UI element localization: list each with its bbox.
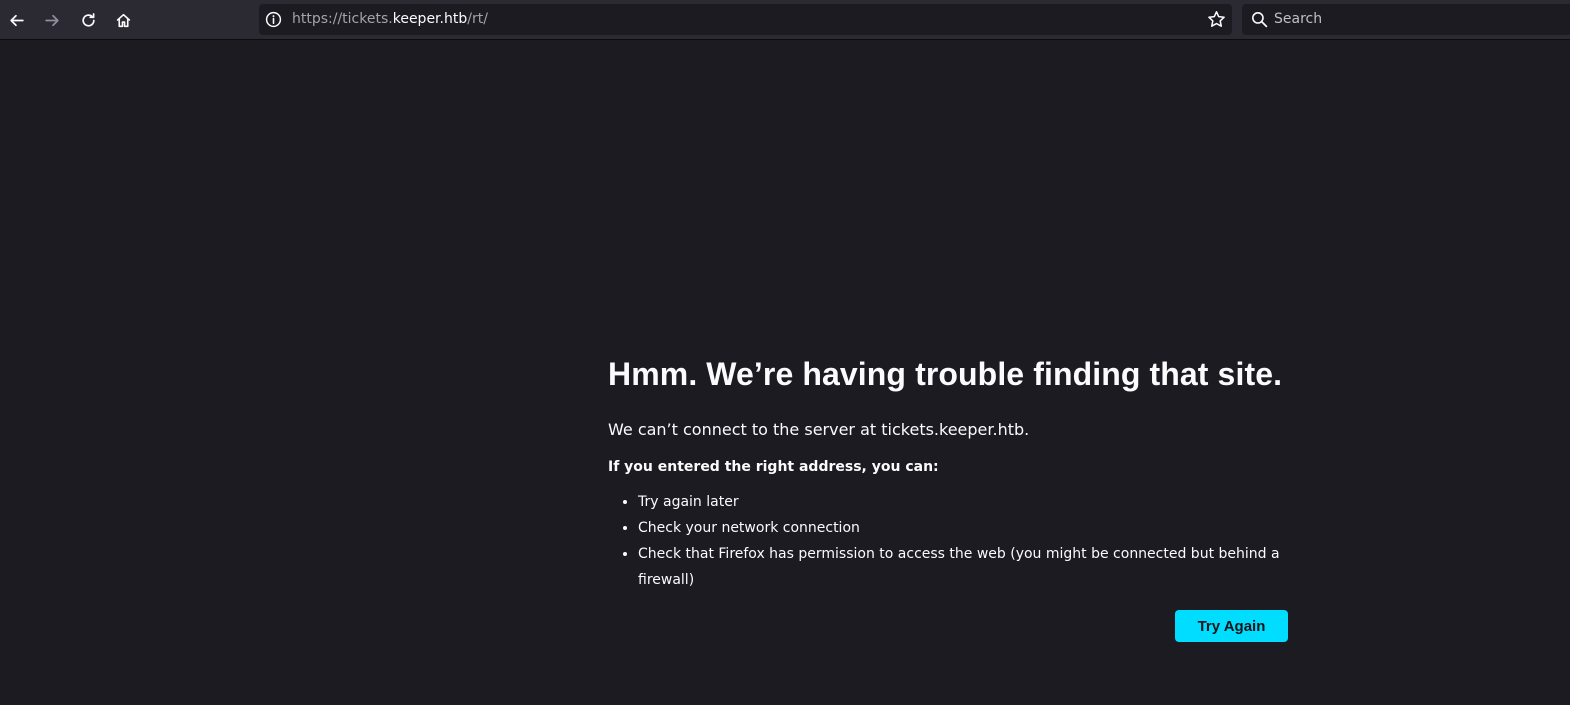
home-icon [116, 13, 130, 27]
url-scheme: https://tickets. [292, 11, 393, 27]
error-content: Hmm. We’re having trouble finding that s… [608, 353, 1308, 593]
arrow-left-icon [9, 14, 24, 26]
list-item: Try again later [638, 489, 1308, 515]
star-icon[interactable] [1207, 10, 1226, 29]
forward-button[interactable] [37, 5, 67, 35]
url-host: keeper.htb [392, 11, 468, 27]
page-title: Hmm. We’re having trouble finding that s… [608, 356, 1283, 392]
home-button[interactable] [108, 5, 138, 35]
list-item: Check that Firefox has permission to acc… [638, 541, 1308, 593]
try-again-button[interactable]: Try Again [1175, 610, 1288, 642]
url-path: /rt/ [467, 11, 488, 27]
reload-button[interactable] [73, 5, 103, 35]
browser-toolbar: https://tickets.keeper.htb/rt/ Search [0, 0, 1570, 40]
list-item: Check your network connection [638, 515, 1308, 541]
suggestions-list: Try again later Check your network conne… [608, 489, 1308, 593]
search-icon [1252, 12, 1268, 28]
url-text[interactable]: https://tickets.keeper.htb/rt/ [292, 10, 488, 29]
search-placeholder[interactable]: Search [1274, 10, 1322, 29]
back-button[interactable] [1, 5, 31, 35]
search-bar[interactable]: Search [1242, 4, 1570, 35]
suggestions-heading: If you entered the right address, you ca… [608, 459, 939, 475]
url-bar[interactable]: https://tickets.keeper.htb/rt/ [259, 4, 1232, 35]
error-description: We can’t connect to the server at ticket… [608, 420, 1030, 439]
arrow-right-icon [44, 14, 59, 26]
reload-icon [81, 12, 95, 27]
info-icon[interactable] [265, 11, 282, 28]
